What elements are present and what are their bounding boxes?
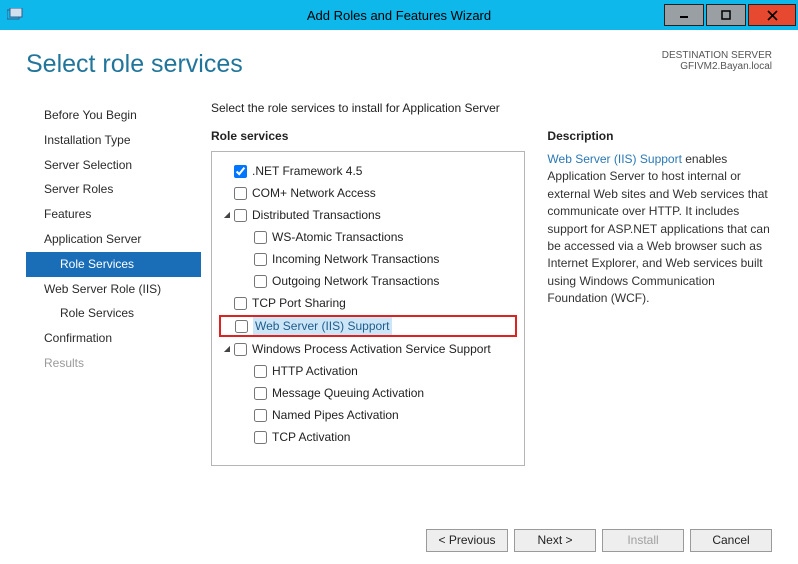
role-checkbox[interactable] [254,253,267,266]
role-checkbox[interactable] [254,409,267,422]
tree-row[interactable]: TCP Port Sharing [218,292,518,314]
role-label: Distributed Transactions [252,206,381,224]
content-area: Select role services DESTINATION SERVER … [0,30,798,524]
destination-value: GFIVM2.Bayan.local [662,61,772,72]
collapse-icon[interactable]: ◢ [220,343,234,355]
destination-label: DESTINATION SERVER [662,50,772,61]
role-label: Named Pipes Activation [272,406,399,424]
instruction-text: Select the role services to install for … [211,101,772,115]
nav-item[interactable]: Server Roles [26,177,201,202]
role-checkbox[interactable] [254,387,267,400]
description-column: Description Web Server (IIS) Support ena… [547,129,772,514]
role-checkbox[interactable] [234,209,247,222]
tree-row[interactable]: Incoming Network Transactions [218,248,518,270]
minimize-button[interactable] [664,4,704,26]
main-pane: Select the role services to install for … [201,101,772,514]
maximize-button[interactable] [706,4,746,26]
nav-item[interactable]: Application Server [26,227,201,252]
role-services-heading: Role services [211,129,525,143]
role-checkbox[interactable] [234,297,247,310]
role-checkbox[interactable] [254,231,267,244]
role-checkbox[interactable] [254,365,267,378]
nav-item[interactable]: Results [26,351,201,376]
role-label: Incoming Network Transactions [272,250,439,268]
description-term: Web Server (IIS) Support [547,152,682,166]
nav-item[interactable]: Installation Type [26,128,201,153]
tree-row[interactable]: COM+ Network Access [218,182,518,204]
nav-item[interactable]: Role Services [26,252,201,277]
previous-button[interactable]: < Previous [426,529,508,552]
nav-item[interactable]: Web Server Role (IIS) [26,277,201,302]
tree-row[interactable]: .NET Framework 4.5 [218,160,518,182]
role-label: Outgoing Network Transactions [272,272,439,290]
app-icon [0,0,30,30]
role-services-tree[interactable]: .NET Framework 4.5 COM+ Network Access ◢ Di… [211,151,525,466]
footer: < Previous Next > Install Cancel [0,524,798,564]
tree-row[interactable]: Named Pipes Activation [218,404,518,426]
header-row: Select role services DESTINATION SERVER … [26,50,772,79]
role-services-column: Role services .NET Framework 4.5 COM+ Net… [211,129,525,514]
role-label: TCP Activation [272,428,350,446]
role-label: COM+ Network Access [252,184,376,202]
nav-item[interactable]: Role Services [26,301,201,326]
install-button[interactable]: Install [602,529,684,552]
description-heading: Description [547,129,772,143]
page-title: Select role services [26,50,243,79]
role-checkbox[interactable] [254,275,267,288]
tree-row[interactable]: TCP Activation [218,426,518,448]
role-checkbox[interactable] [254,431,267,444]
nav-item[interactable]: Before You Begin [26,103,201,128]
nav-item[interactable]: Features [26,202,201,227]
titlebar: Add Roles and Features Wizard [0,0,798,30]
role-checkbox[interactable] [234,165,247,178]
columns: Role services .NET Framework 4.5 COM+ Net… [211,129,772,514]
body-row: Before You BeginInstallation TypeServer … [26,101,772,514]
tree-row[interactable]: Message Queuing Activation [218,382,518,404]
tree-row[interactable]: ◢ Windows Process Activation Service Supp… [218,338,518,360]
tree-row[interactable]: ◢ Distributed Transactions [218,204,518,226]
role-label: Windows Process Activation Service Suppo… [252,340,491,358]
role-checkbox[interactable] [235,320,248,333]
nav-item[interactable]: Server Selection [26,153,201,178]
description-text: Web Server (IIS) Support enables Applica… [547,151,772,308]
role-label: Web Server (IIS) Support [253,317,392,335]
cancel-button[interactable]: Cancel [690,529,772,552]
window-controls [664,4,798,26]
description-body: enables Application Server to host inter… [547,152,769,305]
wizard-nav: Before You BeginInstallation TypeServer … [26,101,201,514]
role-checkbox[interactable] [234,343,247,356]
role-label: TCP Port Sharing [252,294,346,312]
close-button[interactable] [748,4,796,26]
tree-row[interactable]: HTTP Activation [218,360,518,382]
role-label: .NET Framework 4.5 [252,162,362,180]
role-label: Message Queuing Activation [272,384,424,402]
destination-info: DESTINATION SERVER GFIVM2.Bayan.local [662,50,772,72]
tree-row[interactable]: WS-Atomic Transactions [218,226,518,248]
tree-row[interactable]: Outgoing Network Transactions [218,270,518,292]
nav-item[interactable]: Confirmation [26,326,201,351]
collapse-icon[interactable]: ◢ [220,209,234,221]
role-label: WS-Atomic Transactions [272,228,403,246]
next-button[interactable]: Next > [514,529,596,552]
role-checkbox[interactable] [234,187,247,200]
tree-row[interactable]: Web Server (IIS) Support [219,315,517,337]
role-label: HTTP Activation [272,362,358,380]
